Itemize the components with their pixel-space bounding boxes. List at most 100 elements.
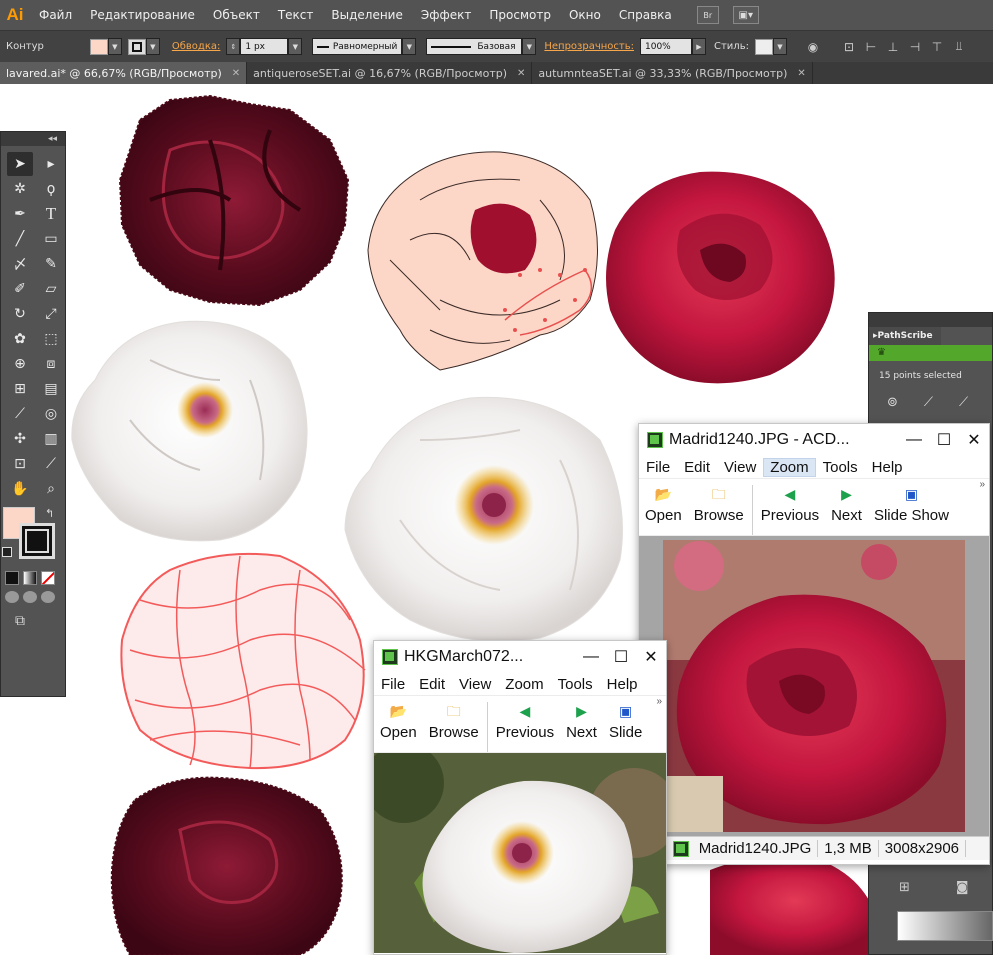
draw-normal-icon[interactable] [5,591,19,603]
zoom-tool-icon[interactable]: ⌕ [38,477,64,501]
style-picker[interactable]: ▼ [754,38,787,55]
carnation-flower-2[interactable] [110,776,343,955]
gradient-swatch[interactable] [897,911,993,941]
menu-zoom[interactable]: Zoom [763,457,816,477]
grid-icon[interactable]: ⊞ [899,880,910,895]
menu-edit[interactable]: Редактирование [81,0,204,30]
next-button[interactable]: ▶ Next [825,485,868,524]
shape-builder-tool-icon[interactable]: ⊕ [7,352,33,376]
menu-zoom[interactable]: Zoom [498,676,550,693]
opacity-field[interactable]: 100% ▶ [640,38,706,55]
toolbar-overflow-icon[interactable]: » [979,479,985,490]
slice-tool-icon[interactable]: ⟋ [38,452,64,476]
close-icon[interactable]: ✕ [959,430,989,450]
window-title-bar[interactable]: HKGMarch072... — ☐ ✕ [374,641,666,673]
align-center-icon[interactable]: ⊥ [885,39,901,55]
blend-tool-icon[interactable]: ◎ [38,402,64,426]
tab-autumntea[interactable]: autumnteaSET.ai @ 33,33% (RGB/Просмотр) … [532,62,813,84]
menu-help[interactable]: Справка [610,0,681,30]
direct-selection-tool-icon[interactable]: ▸ [38,152,64,176]
symbol-sprayer-tool-icon[interactable]: ✣ [7,427,33,451]
crown-icon[interactable]: ♛ [877,347,886,358]
red-rose-flower[interactable] [606,171,835,384]
swap-fill-stroke-icon[interactable]: ↰ [45,507,54,520]
image-viewport[interactable] [374,753,666,953]
menu-edit[interactable]: Edit [412,676,452,693]
handle-icon[interactable]: ⟋ [959,395,968,410]
open-button[interactable]: 📂 Open [374,702,423,741]
chevron-down-icon[interactable]: ▼ [288,38,303,55]
toolbar-overflow-icon[interactable]: » [656,696,662,707]
slideshow-button[interactable]: ▣ Slide [603,702,648,741]
pencil-tool-icon[interactable]: ✎ [38,252,64,276]
brush-definition[interactable]: Базовая ▼ [426,38,537,55]
menu-tools[interactable]: Tools [551,676,600,693]
close-icon[interactable]: ✕ [517,68,525,79]
menu-type[interactable]: Текст [269,0,323,30]
maximize-icon[interactable]: ☐ [606,647,636,667]
collapse-icon[interactable]: ◂◂ [1,132,65,146]
pathscribe-tab[interactable]: ▸PathScribe [869,327,941,345]
draw-inside-icon[interactable] [41,591,55,603]
mesh-tool-icon[interactable]: ⊞ [7,377,33,401]
stroke-weight-field[interactable]: ⇕ 1 px ▼ [226,38,303,55]
menu-help[interactable]: Help [865,459,910,476]
stroke-label[interactable]: Обводка: [172,41,221,52]
menu-effect[interactable]: Эффект [412,0,481,30]
selected-outline-flower[interactable] [120,552,366,770]
panel-grip[interactable] [869,313,992,327]
white-peony-flower-2[interactable] [344,396,623,642]
white-peony-flower[interactable] [71,320,308,542]
menu-edit[interactable]: Edit [677,459,717,476]
viewer-window-hkg[interactable]: HKGMarch072... — ☐ ✕ File Edit View Zoom… [373,640,667,955]
rectangle-tool-icon[interactable]: ▭ [38,227,64,251]
menu-window[interactable]: Окно [560,0,610,30]
align-top-icon[interactable]: ⊤ [929,39,945,55]
minimize-icon[interactable]: — [576,648,606,666]
draw-behind-icon[interactable] [23,591,37,603]
variable-width-profile[interactable]: Равномерный ▼ [312,38,417,55]
paintbrush-tool-icon[interactable]: 〆 [7,252,33,276]
target-icon[interactable]: ⊚ [887,395,898,410]
artboard-tool-icon[interactable]: ⊡ [7,452,33,476]
window-title-bar[interactable]: Madrid1240.JPG - ACD... — ☐ ✕ [639,424,989,456]
browse-button[interactable]: 🗀 Browse [423,702,485,741]
close-icon[interactable]: ✕ [232,68,240,79]
column-graph-tool-icon[interactable]: ▥ [38,427,64,451]
menu-file[interactable]: File [639,459,677,476]
magic-wand-tool-icon[interactable]: ✲ [7,177,33,201]
open-button[interactable]: 📂 Open [639,485,688,524]
blob-brush-tool-icon[interactable]: ✐ [7,277,33,301]
camera-icon[interactable]: ◙ [956,880,969,895]
eyedropper-tool-icon[interactable]: ⟋ [7,402,33,426]
gradient-icon[interactable] [23,571,37,585]
slideshow-button[interactable]: ▣ Slide Show [868,485,955,524]
next-button[interactable]: ▶ Next [560,702,603,741]
free-transform-tool-icon[interactable]: ⬚ [38,327,64,351]
hand-tool-icon[interactable]: ✋ [7,477,33,501]
chevron-down-icon[interactable]: ▶ [692,38,706,55]
menu-object[interactable]: Объект [204,0,269,30]
menu-view[interactable]: Просмотр [480,0,560,30]
bridge-button[interactable]: Br [696,6,719,24]
lasso-tool-icon[interactable]: ϙ [38,177,64,201]
arrange-documents-button[interactable]: ▣▾ [732,6,759,24]
perspective-grid-tool-icon[interactable]: ⧈ [38,352,64,376]
menu-tools[interactable]: Tools [816,459,865,476]
stepper-icon[interactable]: ⇕ [226,38,241,55]
align-right-icon[interactable]: ⊣ [907,39,923,55]
none-icon[interactable] [41,571,55,585]
align-middle-icon[interactable]: ⫫ [951,39,967,55]
menu-view[interactable]: View [717,459,763,476]
stroke-weight-value[interactable]: 1 px [240,38,289,55]
menu-select[interactable]: Выделение [322,0,411,30]
opacity-value[interactable]: 100% [640,38,692,55]
close-icon[interactable]: ✕ [797,68,805,79]
screen-mode-icon[interactable]: ⧉ [15,613,37,629]
selection-tool-icon[interactable]: ➤ [7,152,33,176]
tab-lavared[interactable]: lavared.ai* @ 66,67% (RGB/Просмотр) ✕ [0,62,248,84]
outlined-rose-flower[interactable] [367,151,598,371]
warp-tool-icon[interactable]: ✿ [7,327,33,351]
type-tool-icon[interactable]: T [38,202,64,226]
align-to-icon[interactable]: ⊡ [841,39,857,55]
